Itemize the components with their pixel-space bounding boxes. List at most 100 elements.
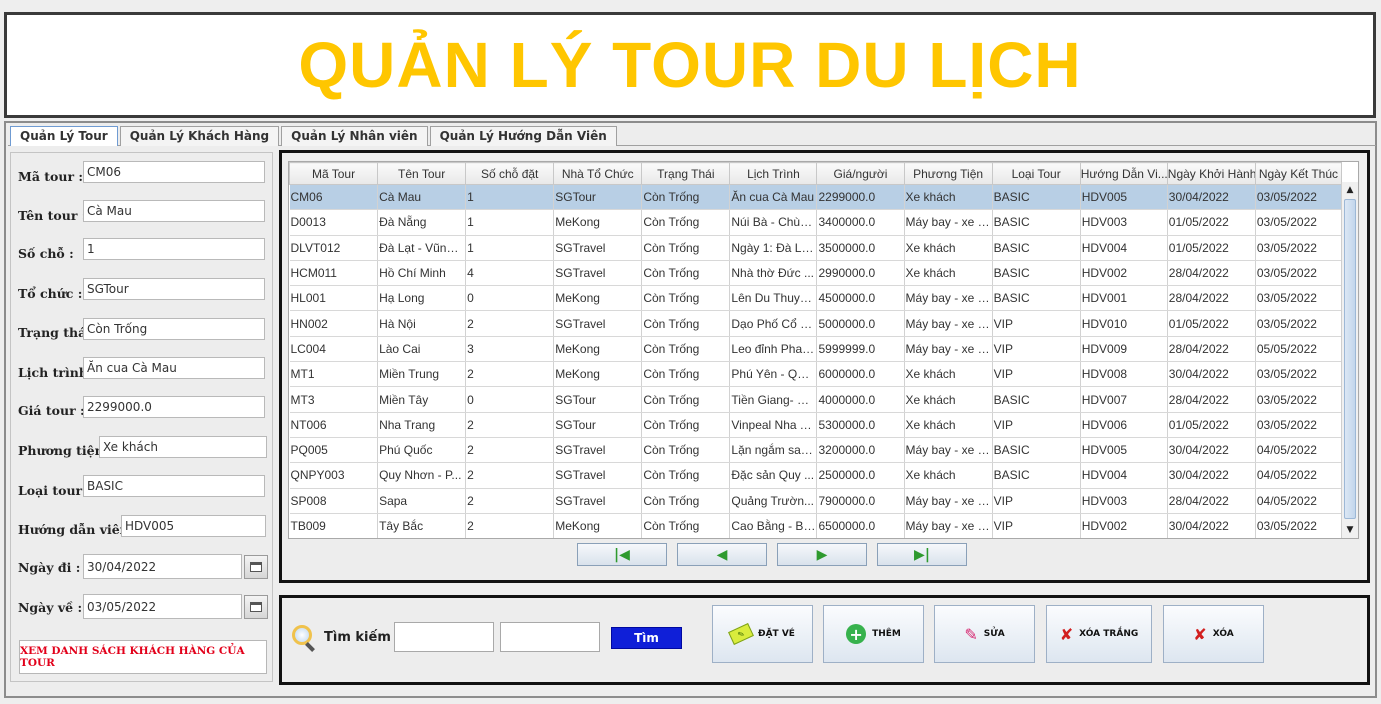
view-customers-button[interactable]: XEM DANH SÁCH KHÁCH HÀNG CỦA TOUR [19,640,267,674]
pencil-icon: ✎ [964,624,978,644]
add-button[interactable]: + THÊM [823,605,924,663]
table-cell: HDV003 [1080,209,1168,236]
table-cell: MT3 [289,386,379,413]
calendar-icon[interactable] [244,555,268,579]
table-cell: Lên Du Thuyề... [729,285,818,312]
clear-button[interactable]: ✘ XÓA TRẮNG [1046,605,1152,663]
column-header[interactable]: Hướng Dẫn Vi... [1079,162,1168,185]
next-page-button[interactable]: ▶ [777,543,867,566]
tab-quan-ly-tour[interactable]: Quản Lý Tour [10,126,118,146]
column-header[interactable]: Ngày Kết Thúc [1254,162,1343,185]
table-row[interactable]: MT3 Miền Tây 0 SGTour Còn Trống Tiền Giang- S… [289,386,1343,413]
book-ticket-button[interactable]: ✎ ĐẶT VÉ [712,605,813,663]
table-row[interactable]: LC004 Lào Cai 3 MeKong Còn Trống Leo đỉnh Pha… [289,336,1343,363]
prev-page-button[interactable]: ◀ [677,543,767,566]
column-header[interactable]: Mã Tour [289,162,379,185]
column-header[interactable]: Ngày Khởi Hành [1166,162,1256,185]
table-cell: 01/05/2022 [1167,412,1256,438]
column-header[interactable]: Trạng Thái [641,162,731,185]
table-row[interactable]: HL001 Hạ Long 0 MeKong Còn Trống Lên Du Thuyề… [289,285,1343,312]
table-cell: 03/05/2022 [1255,361,1343,388]
table-cell: CM06 [289,184,379,211]
table-row[interactable]: QNPY003 Quy Nhơn - P... 2 SGTravel Còn Trống… [289,462,1343,489]
table-cell: VIP [992,513,1081,538]
delete-button[interactable]: ✘ XÓA [1163,605,1264,663]
table-row[interactable]: D0013 Đà Nẵng 1 MeKong Còn Trống Núi Bà - Chù… [289,209,1343,236]
table-cell: 5999999.0 [816,336,905,363]
table-header: Mã Tour Tên Tour Số chỗ đặt Nhà Tổ Chức Trạn… [289,162,1343,185]
last-page-icon: ▶| [914,546,930,563]
table-cell: 03/05/2022 [1255,412,1343,438]
table-cell: HDV008 [1080,361,1168,388]
huong-dan-vien-input[interactable]: HDV005 [121,515,266,537]
loai-tour-input[interactable]: BASIC [83,475,265,497]
huong-dan-vien-label: Hướng dẫn viên : [18,521,138,537]
table-cell: Máy bay - xe k... [904,285,993,312]
scroll-down-icon[interactable]: ▼ [1342,522,1358,538]
last-page-button[interactable]: ▶| [877,543,967,566]
table-row[interactable]: SP008 Sapa 2 SGTravel Còn Trống Quảng Trườn..… [289,488,1343,514]
column-header[interactable]: Số chỗ đặt [465,162,555,185]
x-icon: ✘ [1059,624,1074,644]
table-row[interactable]: MT1 Miền Trung 2 MeKong Còn Trống Phú Yên - Q… [289,361,1343,388]
ngay-ve-input[interactable]: 03/05/2022 [83,594,242,619]
table-cell: 01/05/2022 [1167,235,1256,261]
calendar-icon[interactable] [244,595,268,619]
table-cell: BASIC [992,462,1081,489]
table-cell: SGTravel [553,437,643,464]
tab-quan-ly-nhan-vien[interactable]: Quản Lý Nhân viên [281,126,428,146]
column-header[interactable]: Phương Tiện [903,162,993,185]
search-input-2[interactable] [500,622,600,652]
table-row[interactable]: NT006 Nha Trang 2 SGTour Còn Trống Vinpeal Nh… [289,412,1343,438]
so-cho-input[interactable]: 1 [83,238,265,260]
table-cell: 7900000.0 [816,488,905,514]
tab-quan-ly-khach-hang[interactable]: Quản Lý Khách Hàng [119,126,280,146]
table-cell: Phú Yên - Quy... [729,361,818,388]
table-row[interactable]: CM06 Cà Mau 1 SGTour Còn Trống Ăn cua Cà Mau 2… [289,184,1343,211]
column-header[interactable]: Loại Tour [991,162,1081,185]
ngay-di-input[interactable]: 30/04/2022 [83,554,242,579]
ten-tour-input[interactable]: Cà Mau [83,200,265,222]
table-scrollbar[interactable]: ▲ ▼ [1341,182,1358,538]
trang-thai-label: Trạng thái [18,324,91,340]
table-row[interactable]: DLVT012 Đà Lạt - Vũng ... 1 SGTravel Còn Trố… [289,235,1343,261]
table-cell: 6500000.0 [816,513,905,538]
table-cell: BASIC [992,235,1081,261]
scroll-thumb[interactable] [1344,199,1356,519]
gia-tour-input[interactable]: 2299000.0 [83,396,265,418]
scroll-up-icon[interactable]: ▲ [1342,182,1358,198]
table-row[interactable]: HN002 Hà Nội 2 SGTravel Còn Trống Dạo Phố Cổ … [289,310,1343,337]
trang-thai-input[interactable]: Còn Trống [83,318,265,340]
gia-tour-label: Giá tour : [18,402,85,418]
table-cell: Xe khách [904,462,993,489]
table-cell: BASIC [992,386,1081,413]
column-header[interactable]: Lịch Trình [729,162,818,185]
column-header[interactable]: Tên Tour [377,162,467,185]
tab-quan-ly-huong-dan-vien[interactable]: Quản Lý Hướng Dẫn Viên [429,126,617,146]
table-cell: 04/05/2022 [1255,488,1343,514]
table-cell: 30/04/2022 [1167,184,1256,211]
table-cell: Đà Nẵng [377,209,467,236]
table-row[interactable]: PQ005 Phú Quốc 2 SGTravel Còn Trống Lặn ngắm … [289,437,1343,464]
edit-button[interactable]: ✎ SỬA [934,605,1035,663]
table-cell: Xe khách [904,361,993,388]
table-cell: 28/04/2022 [1167,285,1256,312]
table-cell: QNPY003 [289,462,379,489]
to-chuc-row: Tổ chức : [18,281,82,305]
column-header[interactable]: Giá/người [816,162,905,185]
table-cell: Phú Quốc [377,437,467,464]
phuong-tien-input[interactable]: Xe khách [99,436,267,458]
search-button[interactable]: Tìm [611,627,682,649]
ma-tour-input[interactable]: CM06 [83,161,265,183]
column-header[interactable]: Nhà Tổ Chức [553,162,643,185]
search-input-1[interactable] [394,622,494,652]
first-page-button[interactable]: |◀ [577,543,667,566]
table-body: CM06 Cà Mau 1 SGTour Còn Trống Ăn cua Cà Mau 2… [289,184,1343,538]
table-cell: SGTravel [553,310,643,337]
table-row[interactable]: TB009 Tây Bắc 2 MeKong Còn Trống Cao Bằng - B… [289,513,1343,538]
table-cell: MeKong [553,336,643,363]
lich-trinh-input[interactable]: Ăn cua Cà Mau [83,357,265,379]
to-chuc-input[interactable]: SGTour [83,278,265,300]
table-cell: Xe khách [904,386,993,413]
table-row[interactable]: HCM011 Hồ Chí Minh 4 SGTravel Còn Trống Nhà t… [289,260,1343,287]
